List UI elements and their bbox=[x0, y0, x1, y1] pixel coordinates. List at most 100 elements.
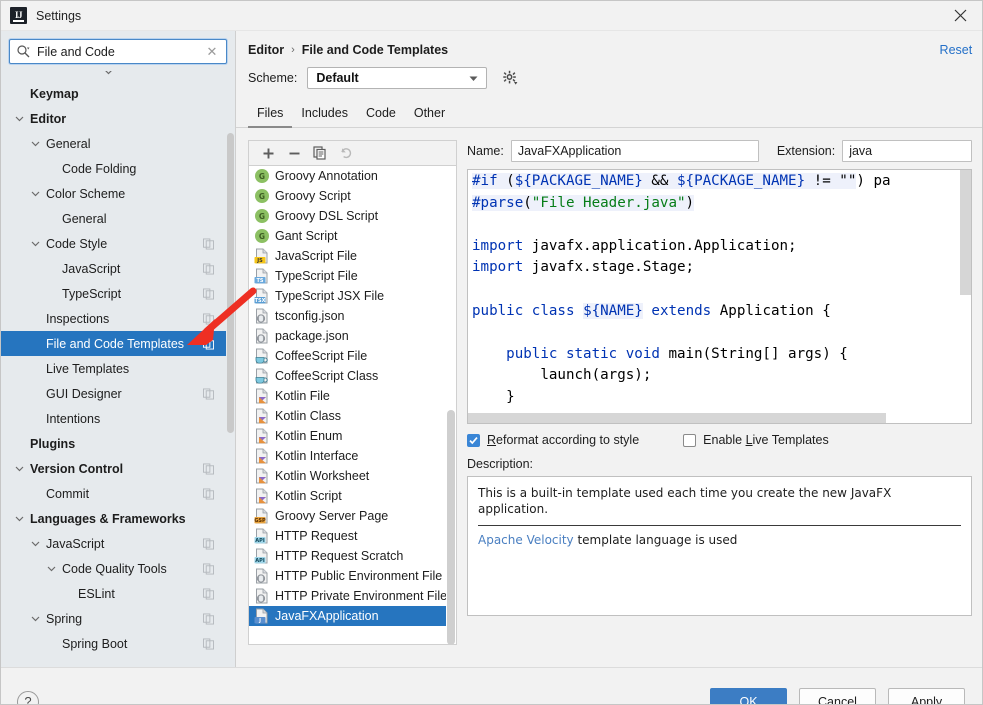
template-list-item[interactable]: TS TypeScript File bbox=[249, 266, 456, 286]
template-code-editor[interactable]: #if (${PACKAGE_NAME} && ${PACKAGE_NAME} … bbox=[467, 169, 973, 424]
template-list-item[interactable]: GSP Groovy Server Page bbox=[249, 506, 456, 526]
tab-includes[interactable]: Includes bbox=[292, 101, 357, 128]
search-input[interactable] bbox=[31, 41, 202, 62]
template-list-item[interactable]: G Groovy DSL Script bbox=[249, 206, 456, 226]
sidebar-item-typescript[interactable]: TypeScript bbox=[1, 281, 226, 306]
copy-settings-icon[interactable] bbox=[203, 638, 214, 649]
template-list-item[interactable]: tsconfig.json bbox=[249, 306, 456, 326]
template-list-item[interactable]: Kotlin Worksheet bbox=[249, 466, 456, 486]
sidebar-item-keymap[interactable]: Keymap bbox=[1, 81, 226, 106]
template-list-item[interactable]: G Gant Script bbox=[249, 226, 456, 246]
template-list-item[interactable]: HTTP Private Environment File bbox=[249, 586, 456, 606]
copy-settings-icon[interactable] bbox=[203, 313, 214, 324]
chevron-down-icon[interactable] bbox=[29, 237, 42, 250]
sidebar-item-general[interactable]: General bbox=[1, 206, 226, 231]
sidebar-item-languages-frameworks[interactable]: Languages & Frameworks bbox=[1, 506, 226, 531]
sidebar-item-javascript[interactable]: JavaScript bbox=[1, 531, 226, 556]
extension-input[interactable]: java bbox=[842, 140, 973, 162]
help-button[interactable]: ? bbox=[17, 690, 39, 704]
template-list-item[interactable]: CoffeeScript File bbox=[249, 346, 456, 366]
template-list-item[interactable]: Kotlin Class bbox=[249, 406, 456, 426]
close-icon[interactable] bbox=[938, 1, 982, 30]
ok-button[interactable]: OK bbox=[710, 688, 787, 704]
sidebar-item-color-scheme[interactable]: Color Scheme bbox=[1, 181, 226, 206]
sidebar-item-file-and-code-templates[interactable]: File and Code Templates bbox=[1, 331, 226, 356]
template-list[interactable]: G Groovy Annotation G Groovy Script G Groovy … bbox=[248, 165, 457, 645]
template-list-item[interactable]: Kotlin Script bbox=[249, 486, 456, 506]
template-list-item[interactable]: J JavaFXApplication bbox=[249, 606, 456, 626]
breadcrumb-parent[interactable]: Editor bbox=[248, 43, 284, 57]
sidebar-item-code-folding[interactable]: Code Folding bbox=[1, 156, 226, 181]
copy-settings-icon[interactable] bbox=[203, 463, 214, 474]
template-list-scrollbar-thumb[interactable] bbox=[447, 410, 455, 644]
template-list-scrollbar-track[interactable] bbox=[446, 166, 456, 644]
copy-settings-icon[interactable] bbox=[203, 338, 214, 349]
chevron-down-icon[interactable] bbox=[29, 187, 42, 200]
scheme-select[interactable]: Default bbox=[307, 67, 488, 89]
chevron-down-icon[interactable] bbox=[13, 512, 26, 525]
live-templates-checkbox[interactable]: Enable Live Templates bbox=[683, 433, 829, 447]
sidebar-item-commit[interactable]: Commit bbox=[1, 481, 226, 506]
sidebar-item-general[interactable]: General bbox=[1, 131, 226, 156]
template-list-item[interactable]: CoffeeScript Class bbox=[249, 366, 456, 386]
tab-code[interactable]: Code bbox=[357, 101, 405, 128]
sidebar-item-spring[interactable]: Spring bbox=[1, 606, 226, 631]
template-list-item[interactable]: JS JavaScript File bbox=[249, 246, 456, 266]
copy-settings-icon[interactable] bbox=[203, 613, 214, 624]
chevron-down-icon[interactable] bbox=[13, 112, 26, 125]
chevron-down-icon[interactable] bbox=[29, 137, 42, 150]
copy-settings-icon[interactable] bbox=[203, 238, 214, 249]
sidebar-scrollbar-track[interactable] bbox=[226, 71, 235, 667]
sidebar-item-intentions[interactable]: Intentions bbox=[1, 406, 226, 431]
template-list-item[interactable]: TSX TypeScript JSX File bbox=[249, 286, 456, 306]
copy-settings-icon[interactable] bbox=[203, 538, 214, 549]
sidebar-item-gui-designer[interactable]: GUI Designer bbox=[1, 381, 226, 406]
clear-icon[interactable]: ✕ bbox=[202, 45, 226, 58]
sidebar-item-version-control[interactable]: Version Control bbox=[1, 456, 226, 481]
template-list-item[interactable]: API HTTP Request bbox=[249, 526, 456, 546]
search-box[interactable]: ✕ bbox=[9, 39, 227, 64]
sidebar-item-javascript[interactable]: JavaScript bbox=[1, 256, 226, 281]
template-list-item[interactable]: API HTTP Request Scratch bbox=[249, 546, 456, 566]
plus-icon[interactable] bbox=[257, 143, 279, 163]
apache-velocity-link[interactable]: Apache Velocity bbox=[478, 533, 574, 547]
template-list-item[interactable]: Kotlin Interface bbox=[249, 446, 456, 466]
template-list-item[interactable]: package.json bbox=[249, 326, 456, 346]
sidebar-item-plugins[interactable]: Plugins bbox=[1, 431, 226, 456]
name-input[interactable]: JavaFXApplication bbox=[510, 140, 759, 162]
copy-settings-icon[interactable] bbox=[203, 588, 214, 599]
sidebar-item-eslint[interactable]: ESLint bbox=[1, 581, 226, 606]
sidebar-item-live-templates[interactable]: Live Templates bbox=[1, 356, 226, 381]
template-list-item[interactable]: HTTP Public Environment File bbox=[249, 566, 456, 586]
sidebar-item-inspections[interactable]: Inspections bbox=[1, 306, 226, 331]
chevron-down-icon[interactable] bbox=[13, 462, 26, 475]
template-list-item[interactable]: G Groovy Annotation bbox=[249, 166, 456, 186]
copy-icon[interactable] bbox=[309, 143, 331, 163]
sidebar-scrollbar-thumb[interactable] bbox=[227, 133, 234, 433]
tab-other[interactable]: Other bbox=[405, 101, 454, 128]
template-list-item[interactable]: Kotlin File bbox=[249, 386, 456, 406]
undo-icon[interactable] bbox=[335, 143, 357, 163]
template-list-item[interactable]: G Groovy Script bbox=[249, 186, 456, 206]
sidebar-item-code-style[interactable]: Code Style bbox=[1, 231, 226, 256]
reformat-checkbox[interactable]: Reformat according to style bbox=[467, 433, 639, 447]
sidebar-item-code-quality-tools[interactable]: Code Quality Tools bbox=[1, 556, 226, 581]
copy-settings-icon[interactable] bbox=[203, 563, 214, 574]
copy-settings-icon[interactable] bbox=[203, 263, 214, 274]
sidebar-item-spring-boot[interactable]: Spring Boot bbox=[1, 631, 226, 656]
copy-settings-icon[interactable] bbox=[203, 388, 214, 399]
reset-link[interactable]: Reset bbox=[940, 43, 973, 57]
minus-icon[interactable] bbox=[283, 143, 305, 163]
chevron-down-icon[interactable] bbox=[45, 562, 58, 575]
copy-settings-icon[interactable] bbox=[203, 488, 214, 499]
chevron-down-icon[interactable] bbox=[29, 537, 42, 550]
apply-button[interactable]: Apply bbox=[888, 688, 965, 704]
sidebar-item-editor[interactable]: Editor bbox=[1, 106, 226, 131]
editor-horizontal-scrollbar[interactable] bbox=[468, 413, 886, 423]
copy-settings-icon[interactable] bbox=[203, 288, 214, 299]
chevron-down-icon[interactable] bbox=[29, 612, 42, 625]
template-list-item[interactable]: Kotlin Enum bbox=[249, 426, 456, 446]
tab-files[interactable]: Files bbox=[248, 101, 293, 128]
gear-icon[interactable] bbox=[501, 69, 519, 87]
editor-vertical-scrollbar[interactable] bbox=[960, 170, 972, 295]
